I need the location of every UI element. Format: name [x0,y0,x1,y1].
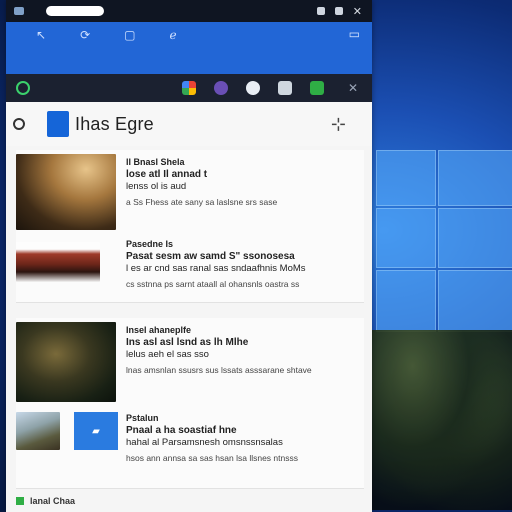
tab-icon[interactable]: ▢ [124,28,135,42]
news-meta: lnas amsnlan ssusrs sus lssats asssarane… [126,364,312,375]
news-kicker: Insel ahaneplfe [126,325,192,335]
battery-icon [334,7,343,15]
close-icon[interactable]: ✕ [353,5,362,18]
app-header: Ihas Egre ⊹ [6,102,372,147]
toolbar-icons [182,81,324,95]
news-headline: Pnaal a ha soastiaf hne [126,424,237,436]
news-thumbnail [16,412,60,450]
desktop-foliage [370,330,512,510]
news-headline: Ins asl asl lsnd as lh Mlhe [126,336,249,348]
news-meta: hsos ann annsa sa sas hsan lsa llsnes nt… [126,452,298,463]
store-icon[interactable] [310,81,324,95]
news-kicker: Pasedne Is [126,239,174,249]
news-card[interactable]: Insel ahaneplfe Ins asl asl lsnd as lh M… [16,318,364,409]
news-text: ll Bnasl Shela lose atl Il annad t lenss… [126,156,360,208]
news-card[interactable]: ▰ Pstalun Pnaal a ha soastiaf hne hahal … [16,408,364,489]
news-headline: Pasat sesm aw samd S" ssonosesa [126,250,295,262]
status-bar: ✕ [6,0,372,22]
news-feed: ll Bnasl Shela lose atl Il annad t lenss… [6,146,372,512]
online-indicator-icon [16,81,30,95]
windows-logo-pane [376,270,436,332]
app-indicator-icon [14,7,24,15]
chrome-icon[interactable] [182,81,196,95]
windows-logo [376,150,512,350]
profile-icon[interactable] [214,81,228,95]
news-card[interactable]: ll Bnasl Shela lose atl Il annad t lenss… [16,150,364,233]
news-headline: lose atl Il annad t [126,168,208,180]
menu-ring-icon[interactable] [13,118,25,130]
status-square-icon [16,497,24,505]
status-icons: ✕ [316,5,372,18]
feed-footer-label: lanal Chaa [30,496,76,506]
windows-logo-pane [376,150,436,206]
news-text: Pasedne Is Pasat sesm aw samd S" ssonose… [126,238,360,290]
app-window: ✕ ↖ ⟳ ▢ ℯ ▭ ✕ Ihas Egre ⊹ ll Bnasl Shela… [6,0,372,512]
news-body: l es ar cnd sas ranal sas sndaafhnis MoM… [126,263,306,274]
back-icon[interactable]: ↖ [36,28,46,42]
news-kicker: ll Bnasl Shela [126,157,185,167]
cloud-icon[interactable] [246,81,260,95]
news-body: hahal al Parsamsnesh omsnssnsalas [126,437,283,448]
feed-footer: lanal Chaa [16,494,364,508]
ribbon: ↖ ⟳ ▢ ℯ ▭ [6,22,372,74]
news-meta: a Ss Fhess ate sany sa laslsne srs sase [126,196,278,207]
news-thumbnail [16,242,100,282]
folder-icon[interactable]: ▭ [349,27,360,41]
extension-icon[interactable] [278,81,292,95]
pin-icon[interactable]: ⊹ [331,114,346,135]
news-thumbnail [16,154,116,230]
ribbon-icons: ↖ ⟳ ▢ ℯ [36,28,177,42]
address-pill[interactable] [46,6,104,16]
windows-logo-pane [438,270,512,332]
toolbar-close-button[interactable]: ✕ [348,81,358,95]
network-icon [316,7,325,15]
toolbar: ✕ [6,74,372,102]
news-body: lelus aeh el sas sso [126,349,209,360]
news-text: Insel ahaneplfe Ins asl asl lsnd as lh M… [126,324,360,376]
edge-e-icon[interactable]: ℯ [169,28,176,42]
app-logo [47,111,69,137]
news-card[interactable]: Pasedne Is Pasat sesm aw samd S" ssonose… [16,232,364,303]
news-thumbnail [16,322,116,402]
news-kicker: Pstalun [126,413,159,423]
windows-logo-pane [438,208,512,268]
news-text: Pstalun Pnaal a ha soastiaf hne hahal al… [126,412,360,464]
windows-logo-pane [376,208,436,268]
refresh-icon[interactable]: ⟳ [80,28,90,42]
app-title: Ihas Egre [75,113,154,134]
news-body: lenss ol is aud [126,181,187,192]
news-thumbnail-secondary: ▰ [74,412,118,450]
news-meta: cs sstnna ps sarnt ataall al ohansnls oa… [126,278,300,289]
windows-logo-pane [438,150,512,206]
